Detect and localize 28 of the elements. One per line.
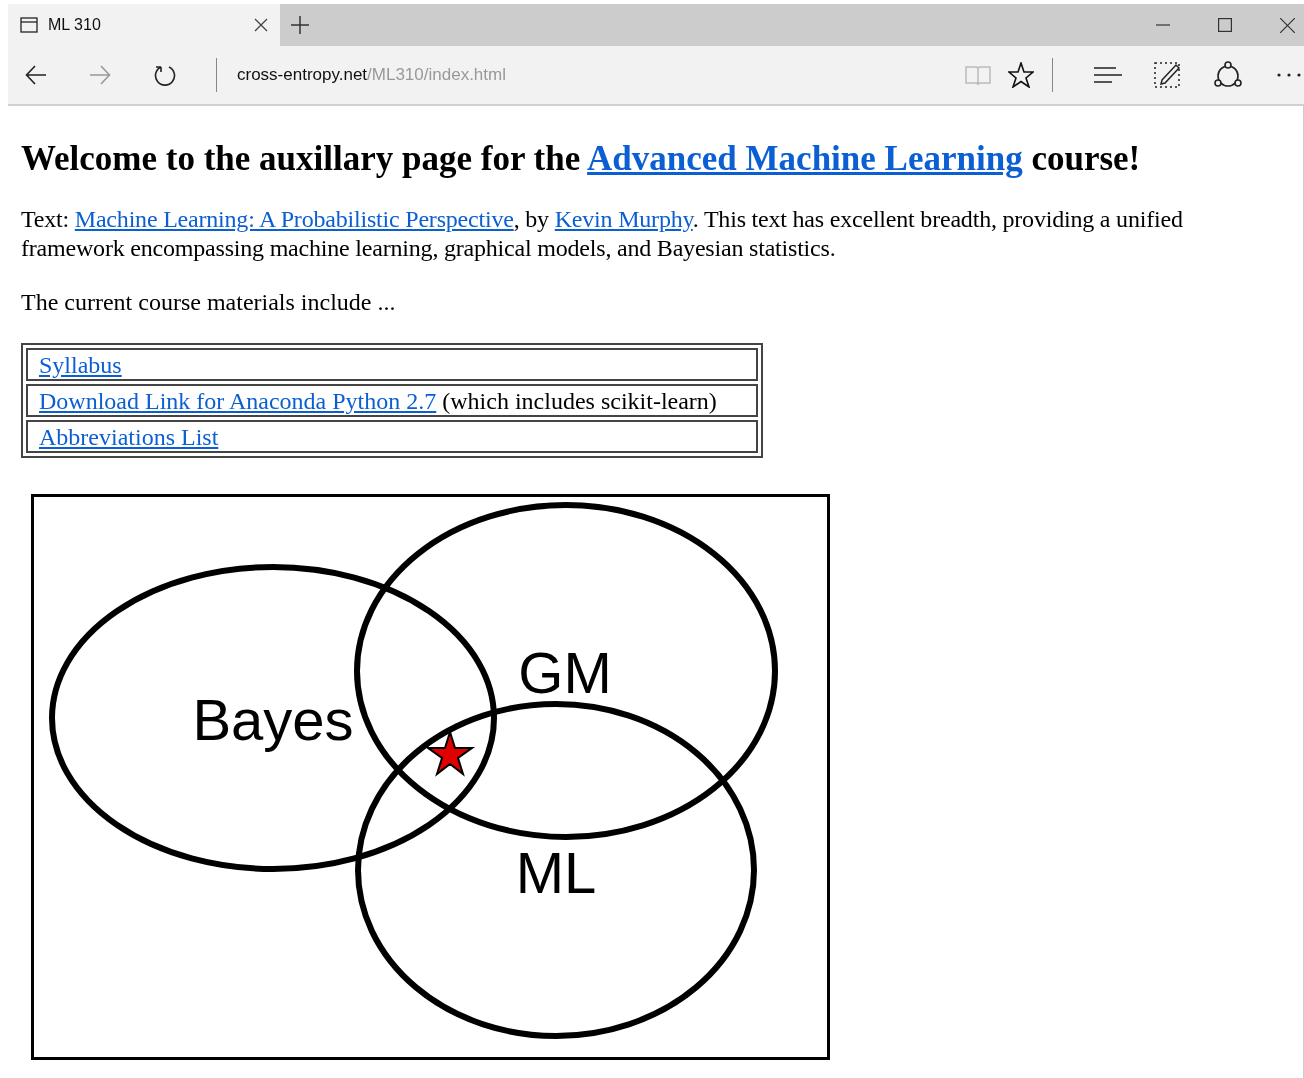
venn-label: GM	[518, 640, 612, 705]
material-link[interactable]: Syllabus	[39, 351, 122, 378]
hub-lines-icon[interactable]	[1094, 66, 1122, 84]
share-icon[interactable]	[1214, 61, 1242, 89]
back-arrow-icon[interactable]	[25, 64, 47, 86]
browser-tab[interactable]: ML 310	[8, 4, 280, 46]
close-icon[interactable]	[254, 18, 268, 32]
tab-title: ML 310	[48, 15, 102, 35]
more-icon[interactable]	[1276, 72, 1302, 78]
venn-label: Bayes	[192, 687, 354, 752]
venn-label: ML	[515, 840, 597, 905]
forward-arrow-icon[interactable]	[89, 64, 111, 86]
course-link[interactable]: Advanced Machine Learning	[587, 139, 1023, 178]
maximize-icon[interactable]	[1218, 18, 1232, 32]
intro-paragraph: Text: Machine Learning: A Probabilistic Perspective, by Kevin Murphy. This text has excellent breadth, providing a unified framework encompassing machine learning, graphical models, and Bayesian statistics.	[21, 205, 1184, 263]
text-link[interactable]: Machine Learning: A Probabilistic Perspective	[74, 206, 514, 232]
plus-icon[interactable]	[290, 15, 310, 35]
text-link[interactable]: Kevin Murphy	[554, 206, 693, 232]
star-icon[interactable]	[1008, 62, 1034, 88]
materials-intro: The current course materials include ...	[21, 288, 397, 317]
material-link[interactable]: Download Link for Anaconda Python 2.7	[39, 387, 437, 414]
close-icon[interactable]	[1280, 18, 1295, 33]
note-pen-icon[interactable]	[1154, 62, 1180, 88]
material-link[interactable]: Abbreviations List	[39, 423, 219, 450]
refresh-icon[interactable]	[154, 64, 176, 86]
page-icon	[20, 17, 38, 33]
link-note: (which includes scikit-learn)	[441, 387, 717, 414]
page-heading: Welcome to the auxillary page for the Advanced Machine Learning course!	[21, 139, 1142, 179]
